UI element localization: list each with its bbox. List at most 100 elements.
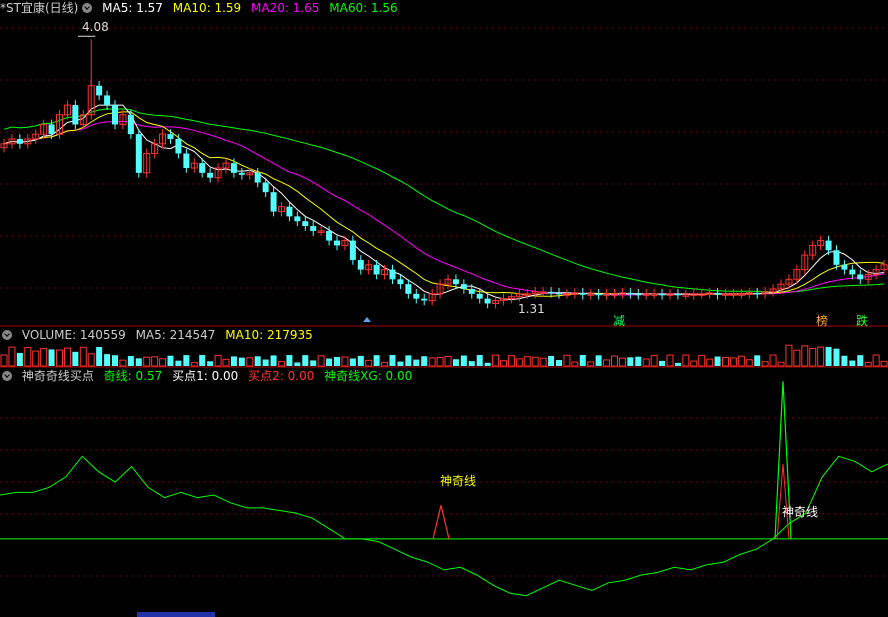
volume-bar <box>460 355 467 366</box>
volume-bar <box>484 362 491 366</box>
volume-bar <box>87 353 95 367</box>
volume-bar <box>349 358 356 366</box>
volume-bar <box>841 355 848 366</box>
volume-bar <box>674 362 681 366</box>
candle-down <box>135 134 142 173</box>
volume-bar <box>119 359 127 367</box>
volume-bar <box>769 354 777 367</box>
candle-down <box>548 291 555 294</box>
volume-bar <box>56 349 63 367</box>
indicator-annotation-1: 神奇线 <box>440 474 476 488</box>
candle-down <box>579 292 586 295</box>
candle-down <box>595 293 602 296</box>
volume-bar <box>548 356 555 366</box>
volume-bar <box>262 359 269 366</box>
candle-down <box>349 240 356 260</box>
volume-bar <box>698 355 706 367</box>
volume-bar <box>452 359 459 366</box>
candle-down <box>833 250 840 265</box>
indicator-lines <box>0 381 888 597</box>
volume-bar <box>618 357 626 367</box>
candle-down <box>207 172 214 178</box>
volume-bar <box>389 355 396 366</box>
price-low-label: 1.31 <box>518 302 545 316</box>
volume-bar <box>531 356 539 367</box>
volume-bar <box>539 357 547 367</box>
volume-bar <box>405 355 412 366</box>
volume-bar <box>650 355 658 367</box>
bottom-axis-bar <box>0 611 888 617</box>
volume-bar <box>627 357 634 366</box>
volume-bar <box>72 351 79 366</box>
signal-arrow-icon <box>363 317 371 322</box>
candle-down <box>849 269 856 275</box>
volume-bar <box>729 357 737 367</box>
candle-down <box>286 206 293 217</box>
volume-bar <box>817 346 825 367</box>
indicator-annotation-2: 神奇线 <box>782 505 818 519</box>
candle-down <box>270 192 277 212</box>
volume-bar <box>857 355 864 366</box>
volume-bar <box>183 355 190 366</box>
candle-down <box>841 264 848 270</box>
candle-down <box>175 138 182 154</box>
candle-down <box>397 279 404 285</box>
volume-bar <box>754 355 761 366</box>
volume-bar <box>143 356 151 367</box>
volume-bar <box>381 361 389 367</box>
candle-down <box>452 279 459 285</box>
volume-bar <box>0 354 8 367</box>
volume-bar <box>635 356 642 366</box>
volume-bar <box>24 347 32 367</box>
date-highlight <box>137 612 215 617</box>
volume-bar <box>714 356 721 366</box>
volume-bar <box>421 356 428 366</box>
candle-down <box>476 293 483 299</box>
volume-bar <box>286 355 293 366</box>
volume-bar <box>254 356 261 366</box>
candle-down <box>754 292 761 295</box>
volume-bar <box>207 361 214 366</box>
volume-bar <box>476 355 483 366</box>
volume-bar <box>611 355 618 367</box>
volume-bar <box>373 355 380 366</box>
volume-bar <box>801 345 809 367</box>
volume-bar <box>563 354 571 367</box>
volume-bar <box>556 360 562 366</box>
candle-down <box>674 293 681 296</box>
candle-down <box>254 172 261 183</box>
volume-bar <box>317 355 325 367</box>
volume-bar <box>199 355 206 366</box>
candle-down <box>112 105 118 125</box>
tag-bang: 榜 <box>816 314 829 328</box>
volume-bar <box>310 360 317 366</box>
volume-bar <box>595 355 602 366</box>
candle-down <box>96 85 103 96</box>
volume-bar <box>63 347 71 367</box>
volume-bar <box>246 357 254 367</box>
price-high-label: 4.08 <box>82 20 109 34</box>
volume-bar <box>745 359 753 367</box>
volume-bar <box>230 356 237 366</box>
volume-bar <box>428 357 436 367</box>
volume-bar <box>666 354 674 367</box>
candles <box>0 35 888 309</box>
volume-bar <box>833 348 840 366</box>
volume-bar <box>571 361 579 367</box>
volume-bar <box>397 361 404 366</box>
volume-bar <box>492 354 500 367</box>
chart-canvas[interactable]: 4.08 1.31 神奇线 神奇线 <box>0 0 888 617</box>
candle-down <box>659 293 666 296</box>
candle-down <box>373 264 380 275</box>
volume-bar <box>48 349 55 366</box>
candle-down <box>635 293 642 296</box>
volume-bar <box>444 355 452 367</box>
candle-down <box>16 138 23 144</box>
volume-bar <box>222 358 230 367</box>
volume-bars <box>0 344 888 367</box>
volume-bar <box>579 355 586 366</box>
volume-bar <box>334 356 340 366</box>
candle-down <box>334 240 340 246</box>
volume-bar <box>777 361 785 367</box>
candle-down <box>238 172 245 175</box>
